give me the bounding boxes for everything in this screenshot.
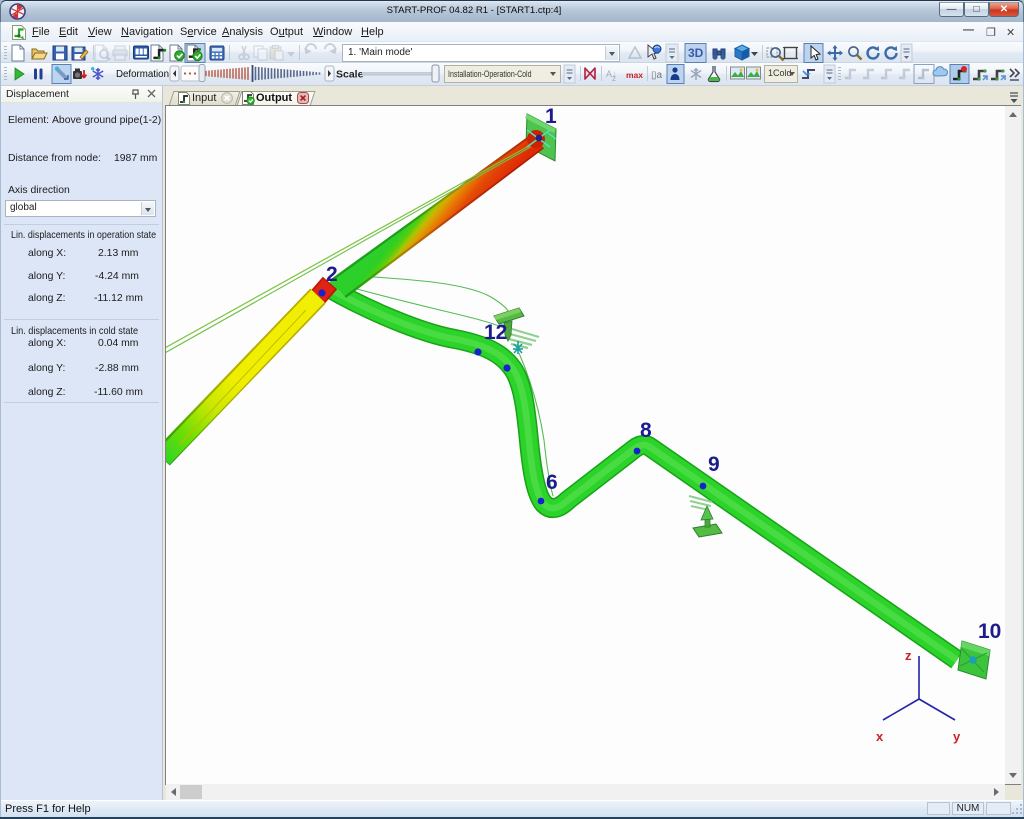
svg-text:1: 1 xyxy=(545,106,557,128)
svg-text:Deformation: Deformation xyxy=(116,69,169,80)
svg-text:x: x xyxy=(876,729,884,744)
svg-text:y: y xyxy=(953,729,961,744)
svg-text:max: max xyxy=(626,70,643,80)
svg-text:9: 9 xyxy=(708,453,720,476)
svg-text:2: 2 xyxy=(326,263,338,286)
svg-text:12: 12 xyxy=(484,321,507,344)
svg-text:8: 8 xyxy=(640,419,652,442)
svg-text:z: z xyxy=(905,648,912,663)
svg-text:▯a: ▯a xyxy=(651,70,663,81)
svg-text:3D: 3D xyxy=(688,46,704,60)
svg-text:Scale: Scale xyxy=(336,69,364,81)
svg-text:10: 10 xyxy=(978,620,1001,643)
svg-text:6: 6 xyxy=(546,471,558,494)
svg-text:z: z xyxy=(612,74,616,83)
